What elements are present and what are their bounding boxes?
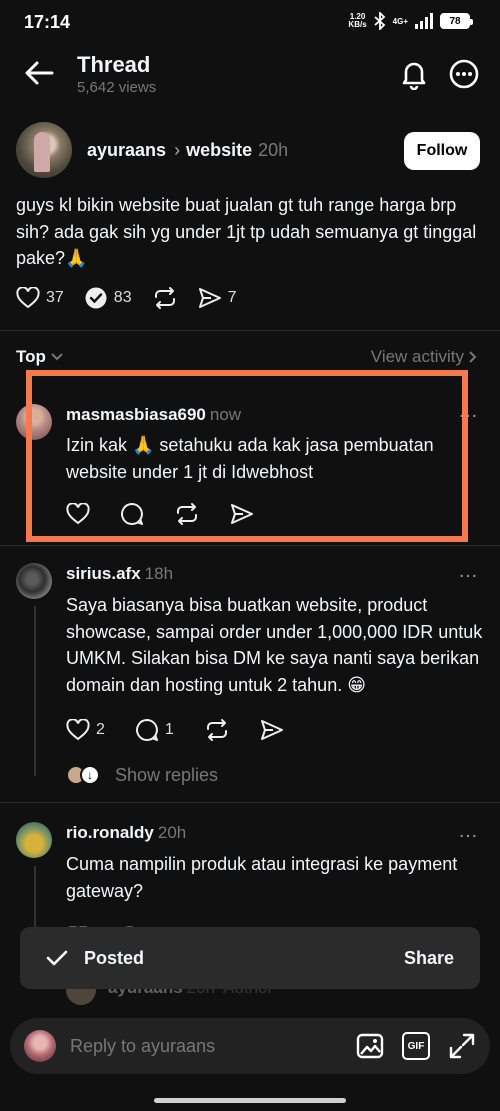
author-avatar[interactable] [16, 122, 72, 178]
post-actions: 37 83 7 [16, 286, 257, 310]
network-type: 4G+ [392, 16, 408, 26]
share-button[interactable]: 7 [198, 287, 237, 309]
reply-more-button[interactable]: … [458, 820, 479, 843]
checkmark-icon [46, 950, 68, 966]
repost-icon [154, 287, 175, 309]
expand-icon[interactable] [448, 1032, 476, 1060]
send-icon [260, 720, 283, 740]
author-name[interactable]: ayuraans [87, 140, 166, 161]
comment-icon [135, 719, 158, 741]
share-count: 7 [227, 289, 237, 306]
reply-header: rio.ronaldy 20h [66, 823, 186, 843]
share-button[interactable] [260, 719, 284, 741]
send-icon [198, 288, 221, 308]
gif-button[interactable]: GIF [402, 1032, 430, 1060]
heart-icon [16, 287, 40, 309]
more-options-button[interactable] [448, 58, 480, 90]
bluetooth-icon [374, 12, 385, 30]
heart-icon [66, 719, 90, 741]
post-text: guys kl bikin website buat jualan gt tuh… [16, 195, 477, 268]
like-count: 37 [46, 289, 64, 306]
repost-button[interactable] [204, 718, 230, 742]
view-activity-link[interactable]: View activity [371, 347, 478, 367]
like-button[interactable]: 2 [66, 719, 105, 741]
repost-button[interactable] [152, 286, 178, 310]
reply-avatar[interactable] [16, 563, 52, 599]
arrow-down-icon: ↓ [80, 765, 100, 785]
reply-avatar[interactable] [16, 822, 52, 858]
status-icons: 1.20 KB/s 4G+ 78 [348, 12, 473, 30]
divider [0, 545, 500, 546]
reply-button[interactable]: 1 [135, 718, 174, 742]
bell-icon [402, 62, 426, 90]
topic-tag[interactable]: website [186, 140, 252, 161]
image-icon[interactable] [356, 1032, 384, 1060]
reply-header: sirius.afx 18h [66, 564, 173, 584]
battery-icon: 78 [440, 13, 473, 29]
reply-more-button[interactable]: … [458, 560, 479, 583]
page-title: Thread [77, 52, 151, 77]
reply-text: Saya biasanya bisa buatkan website, prod… [66, 595, 483, 695]
view-count: 5,642 views [77, 79, 157, 96]
reply-actions: 2 1 [66, 718, 284, 742]
home-indicator[interactable] [154, 1098, 346, 1103]
reply-count: 1 [164, 721, 174, 738]
chevron-down-icon [51, 353, 63, 361]
follow-button[interactable]: Follow [404, 132, 480, 170]
divider [0, 802, 500, 803]
toast-label: Posted [84, 947, 145, 968]
status-time: 17:14 [24, 12, 71, 32]
chevron-right-icon: › [174, 140, 181, 160]
thread-line [34, 606, 36, 776]
reply-time: 20h [157, 823, 187, 842]
network-speed: 1.20 KB/s [348, 12, 367, 29]
reply-input[interactable] [70, 1035, 356, 1057]
show-replies-link[interactable]: Show replies [115, 765, 218, 786]
reply-count: 83 [113, 289, 132, 306]
view-activity-label: View activity [370, 347, 464, 366]
reply-time: 18h [144, 564, 174, 583]
post-header: ayuraans › website 20h [87, 140, 288, 161]
like-button[interactable]: 37 [16, 287, 64, 309]
sort-label: Top [16, 347, 46, 366]
comment-check-icon [85, 287, 107, 309]
notifications-button[interactable] [398, 58, 430, 90]
toast-share-button[interactable]: Share [404, 948, 454, 969]
chevron-right-icon [469, 351, 477, 363]
reply-button[interactable]: 83 [84, 286, 132, 310]
posted-toast: Posted Share [20, 927, 480, 989]
back-button[interactable] [22, 58, 56, 88]
sort-dropdown[interactable]: Top [16, 347, 64, 367]
reply-author[interactable]: sirius.afx [66, 564, 141, 584]
repost-icon [206, 719, 227, 741]
highlight-annotation-box [26, 370, 468, 542]
reply-composer: GIF [10, 1018, 490, 1074]
reply-avatars: ↓ [66, 765, 100, 785]
signal-icon [415, 13, 433, 29]
ellipsis-circle-icon [449, 59, 479, 89]
reply-author[interactable]: rio.ronaldy [66, 823, 154, 843]
like-count: 2 [96, 721, 105, 738]
arrow-left-icon [25, 61, 54, 85]
reply-text: Cuma nampilin produk atau integrasi ke p… [66, 854, 458, 901]
user-avatar [24, 1030, 56, 1062]
post-time: 20h [258, 140, 289, 160]
divider [0, 330, 500, 331]
